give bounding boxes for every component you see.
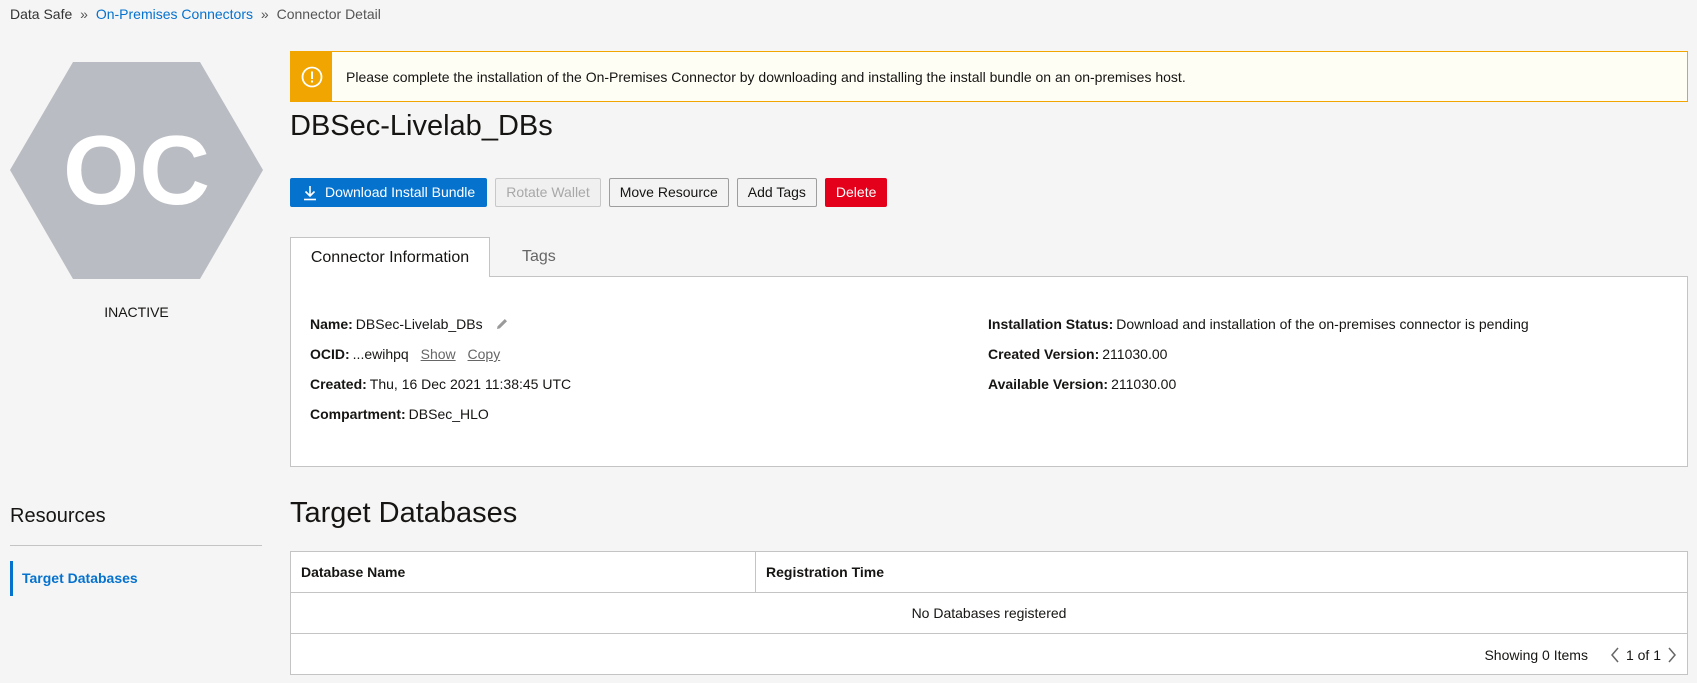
- edit-pencil-icon[interactable]: [495, 317, 509, 334]
- info-created-version-row: Created Version: 211030.00: [988, 346, 1167, 362]
- target-databases-heading: Target Databases: [290, 497, 518, 529]
- breadcrumb-current: Connector Detail: [276, 6, 381, 22]
- column-header-registration-time[interactable]: Registration Time: [756, 552, 884, 592]
- page-indicator: 1 of 1: [1625, 647, 1661, 663]
- table-header: Database Name Registration Time: [291, 552, 1687, 593]
- sidebar-item-target-databases[interactable]: Target Databases: [10, 561, 262, 596]
- resources-divider: [10, 545, 262, 546]
- install-alert: Please complete the installation of the …: [290, 51, 1688, 102]
- move-resource-button[interactable]: Move Resource: [608, 178, 729, 207]
- showing-count: Showing 0 Items: [1484, 647, 1588, 663]
- info-compartment-label: Compartment:: [310, 406, 406, 422]
- breadcrumb-separator: »: [80, 6, 88, 22]
- hexagon-icon: OC: [10, 62, 263, 279]
- info-created-version-label: Created Version:: [988, 346, 1100, 362]
- download-install-bundle-button[interactable]: Download Install Bundle: [290, 178, 488, 207]
- delete-button[interactable]: Delete: [824, 178, 888, 207]
- connector-status: INACTIVE: [104, 304, 169, 320]
- badge-initials: OC: [63, 115, 210, 225]
- previous-page-icon[interactable]: [1610, 647, 1620, 663]
- info-available-version-value: 211030.00: [1111, 376, 1177, 392]
- ocid-copy-link[interactable]: Copy: [468, 346, 501, 362]
- info-installation-status-label: Installation Status:: [988, 316, 1114, 332]
- info-ocid-row: OCID: ...ewihpq Show Copy: [310, 346, 500, 362]
- rotate-wallet-button[interactable]: Rotate Wallet: [495, 178, 601, 207]
- connector-badge: OC: [10, 62, 263, 279]
- tab-connector-information[interactable]: Connector Information: [290, 237, 490, 277]
- pagination: 1 of 1: [1610, 647, 1677, 663]
- alert-message: Please complete the installation of the …: [346, 68, 1186, 85]
- info-ocid-value: ...ewihpq: [352, 346, 409, 362]
- breadcrumb-root[interactable]: Data Safe: [10, 6, 72, 22]
- warning-icon: [291, 52, 332, 101]
- column-header-database-name[interactable]: Database Name: [291, 552, 756, 592]
- download-install-bundle-label: Download Install Bundle: [325, 184, 476, 200]
- next-page-icon[interactable]: [1667, 647, 1677, 663]
- info-compartment-row: Compartment: DBSec_HLO: [310, 406, 489, 422]
- connector-information-panel: Name: DBSec-Livelab_DBs OCID: ...ewihpq Sh…: [290, 276, 1688, 467]
- info-name-label: Name:: [310, 316, 353, 332]
- tab-tags[interactable]: Tags: [510, 237, 568, 277]
- target-databases-table: Database Name Registration Time No Datab…: [290, 551, 1688, 675]
- info-ocid-label: OCID:: [310, 346, 350, 362]
- add-tags-button[interactable]: Add Tags: [736, 178, 817, 207]
- info-compartment-value[interactable]: DBSec_HLO: [409, 406, 489, 422]
- info-created-version-value: 211030.00: [1102, 346, 1168, 362]
- info-created-value: Thu, 16 Dec 2021 11:38:45 UTC: [369, 376, 572, 392]
- info-installation-status-row: Installation Status: Download and install…: [988, 316, 1529, 332]
- info-available-version-row: Available Version: 211030.00: [988, 376, 1176, 392]
- info-created-row: Created: Thu, 16 Dec 2021 11:38:45 UTC: [310, 376, 571, 392]
- breadcrumb: Data Safe » On-Premises Connectors » Con…: [10, 6, 381, 22]
- action-toolbar: Download Install Bundle Rotate Wallet Mo…: [290, 178, 888, 207]
- table-footer: Showing 0 Items 1 of 1: [1484, 635, 1677, 675]
- breadcrumb-on-premises-connectors-link[interactable]: On-Premises Connectors: [96, 6, 253, 22]
- breadcrumb-separator: »: [260, 6, 269, 22]
- table-empty-message: No Databases registered: [291, 593, 1687, 634]
- ocid-show-link[interactable]: Show: [421, 346, 456, 362]
- detail-tabs: Connector Information Tags: [290, 237, 1688, 277]
- info-installation-status-value: Download and installation of the on-prem…: [1116, 316, 1529, 332]
- page-title: DBSec-Livelab_DBs: [290, 110, 553, 142]
- info-name-row: Name: DBSec-Livelab_DBs: [310, 316, 509, 334]
- download-icon: [304, 185, 316, 200]
- info-name-value: DBSec-Livelab_DBs: [355, 316, 483, 332]
- info-available-version-label: Available Version:: [988, 376, 1109, 392]
- resources-heading: Resources: [10, 505, 106, 527]
- info-created-label: Created:: [310, 376, 367, 392]
